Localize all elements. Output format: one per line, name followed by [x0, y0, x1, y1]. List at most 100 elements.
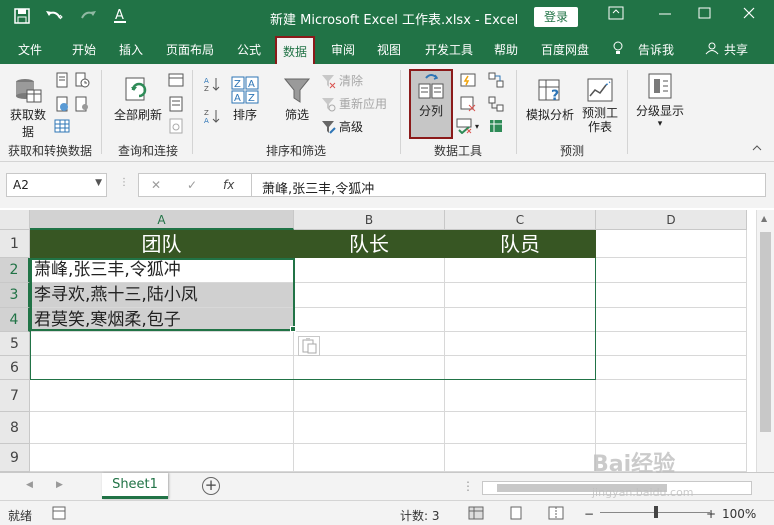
- row-header-5[interactable]: 5: [0, 332, 30, 356]
- queries-connections-icon[interactable]: [168, 72, 184, 88]
- close-icon[interactable]: [742, 6, 756, 24]
- next-sheet-icon[interactable]: ▶: [56, 480, 63, 490]
- cell-d2[interactable]: [596, 258, 747, 283]
- cell-c4[interactable]: [445, 308, 596, 332]
- cell-d8[interactable]: [596, 412, 747, 444]
- tab-page-layout[interactable]: 页面布局: [166, 41, 214, 58]
- undo-icon[interactable]: [44, 8, 64, 29]
- cell-b6[interactable]: [294, 356, 445, 380]
- text-to-columns-button[interactable]: 分列: [410, 72, 452, 119]
- cell-c8[interactable]: [445, 412, 596, 444]
- cell-d7[interactable]: [596, 380, 747, 412]
- vertical-scrollbar[interactable]: ▲: [756, 210, 774, 472]
- cell-c1[interactable]: 队员: [445, 230, 596, 258]
- cell-d1[interactable]: [596, 230, 747, 258]
- redo-icon[interactable]: [78, 8, 98, 29]
- ribbon-display-icon[interactable]: [608, 6, 624, 24]
- cell-b7[interactable]: [294, 380, 445, 412]
- edit-links-icon[interactable]: [168, 118, 184, 134]
- column-header-a[interactable]: A: [30, 210, 294, 230]
- zoom-level[interactable]: 100%: [722, 507, 756, 521]
- column-header-d[interactable]: D: [596, 210, 747, 230]
- tab-data[interactable]: 数据: [275, 36, 316, 64]
- row-header-7[interactable]: 7: [0, 380, 30, 412]
- tab-help[interactable]: 帮助: [494, 41, 518, 58]
- enter-icon[interactable]: ✓: [187, 178, 197, 192]
- flash-fill-icon[interactable]: [460, 72, 476, 88]
- cell-c6[interactable]: [445, 356, 596, 380]
- cell-c7[interactable]: [445, 380, 596, 412]
- tab-review[interactable]: 审阅: [331, 41, 355, 58]
- cell-d6[interactable]: [596, 356, 747, 380]
- row-header-9[interactable]: 9: [0, 444, 30, 472]
- row-header-1[interactable]: 1: [0, 230, 30, 258]
- refresh-all-button[interactable]: 全部刷新: [112, 76, 164, 123]
- row-header-2[interactable]: 2: [0, 258, 30, 283]
- from-text-icon[interactable]: [54, 72, 70, 88]
- relationships-icon[interactable]: [488, 96, 504, 112]
- scroll-up-icon[interactable]: ▲: [761, 214, 767, 223]
- select-all-corner[interactable]: [0, 210, 30, 230]
- cell-a5[interactable]: [30, 332, 294, 356]
- get-data-button[interactable]: 获取数据: [6, 76, 50, 140]
- cell-c5[interactable]: [445, 332, 596, 356]
- row-header-3[interactable]: 3: [0, 283, 30, 308]
- column-header-c[interactable]: C: [445, 210, 596, 230]
- row-header-8[interactable]: 8: [0, 412, 30, 444]
- share-icon[interactable]: [705, 41, 719, 58]
- tab-formulas[interactable]: 公式: [237, 41, 261, 58]
- cell-c9[interactable]: [445, 444, 596, 472]
- recent-sources-icon[interactable]: [74, 72, 90, 88]
- add-sheet-button[interactable]: +: [202, 477, 220, 495]
- tab-file[interactable]: 文件: [18, 41, 42, 58]
- fill-handle[interactable]: [290, 326, 296, 332]
- outline-button[interactable]: 分级显示 ▾: [632, 72, 688, 129]
- vertical-scroll-thumb[interactable]: [760, 232, 771, 432]
- cell-b4[interactable]: [294, 308, 445, 332]
- row-header-6[interactable]: 6: [0, 356, 30, 380]
- minimize-icon[interactable]: [658, 6, 672, 24]
- data-model-icon[interactable]: [488, 118, 504, 134]
- sort-za-icon[interactable]: ZA: [204, 108, 220, 124]
- zoom-out-icon[interactable]: −: [584, 507, 594, 521]
- cell-a1[interactable]: 团队: [30, 230, 294, 258]
- tell-me-search[interactable]: 告诉我: [638, 41, 674, 58]
- chevron-down-icon[interactable]: ▼: [95, 178, 102, 188]
- cell-b2[interactable]: [294, 258, 445, 283]
- row-header-4[interactable]: 4: [0, 308, 30, 332]
- cell-a6[interactable]: [30, 356, 294, 380]
- cell-b3[interactable]: [294, 283, 445, 308]
- insert-function-icon[interactable]: fx: [223, 178, 234, 192]
- reapply-button[interactable]: 重新应用: [320, 95, 387, 112]
- save-icon[interactable]: [14, 8, 30, 29]
- advanced-filter-button[interactable]: 高级: [320, 118, 363, 135]
- zoom-in-icon[interactable]: +: [706, 507, 716, 521]
- tab-home[interactable]: 开始: [72, 41, 96, 58]
- tab-split-handle[interactable]: ⋮: [462, 479, 474, 493]
- tab-insert[interactable]: 插入: [119, 41, 143, 58]
- macro-record-icon[interactable]: [52, 506, 66, 523]
- formula-input[interactable]: 萧峰,张三丰,令狐冲: [252, 173, 766, 197]
- tab-developer[interactable]: 开发工具: [425, 41, 473, 58]
- existing-connections-icon[interactable]: [74, 96, 90, 112]
- cell-b8[interactable]: [294, 412, 445, 444]
- filter-button[interactable]: 筛选: [280, 76, 314, 123]
- normal-view-icon[interactable]: [468, 506, 484, 523]
- share-button[interactable]: 共享: [724, 41, 748, 58]
- page-break-icon[interactable]: [548, 506, 564, 523]
- cell-a7[interactable]: [30, 380, 294, 412]
- sort-az-icon[interactable]: AZ: [204, 76, 220, 92]
- maximize-icon[interactable]: [698, 6, 712, 24]
- consolidate-icon[interactable]: [488, 72, 504, 88]
- cancel-icon[interactable]: ✕: [151, 178, 161, 192]
- what-if-button[interactable]: ? 模拟分析: [523, 76, 577, 123]
- cell-a3[interactable]: 李寻欢,燕十三,陆小凤: [30, 283, 294, 308]
- data-validation-icon[interactable]: ▾: [456, 118, 479, 134]
- remove-duplicates-icon[interactable]: [460, 96, 476, 112]
- cell-a9[interactable]: [30, 444, 294, 472]
- sheet-tab-sheet1[interactable]: Sheet1: [102, 473, 168, 499]
- font-color-icon[interactable]: A: [112, 8, 130, 29]
- cell-d4[interactable]: [596, 308, 747, 332]
- cell-d3[interactable]: [596, 283, 747, 308]
- page-layout-icon[interactable]: [508, 506, 524, 523]
